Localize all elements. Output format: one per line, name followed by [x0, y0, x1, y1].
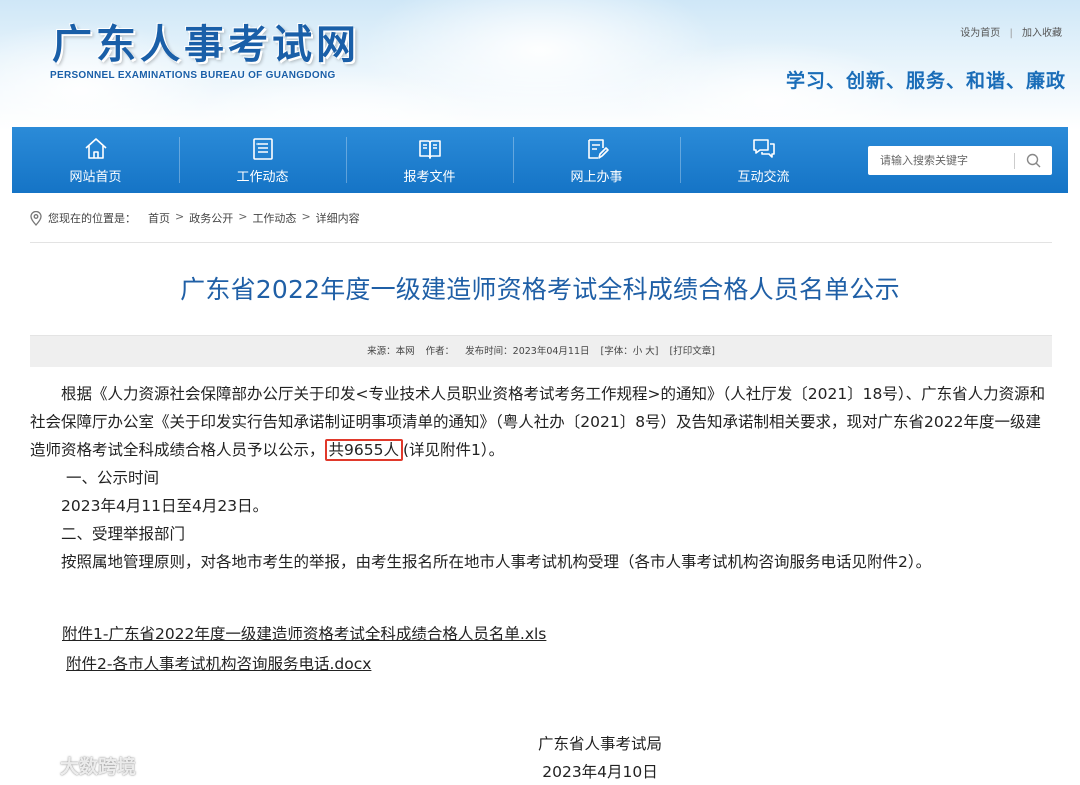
site-header: 广东人事考试网 PERSONNEL EXAMINATIONS BUREAU OF…	[0, 0, 1080, 130]
breadcrumb-label: 您现在的位置是：	[48, 212, 136, 225]
article-title: 广东省2022年度一级建造师资格考试全科成绩合格人员名单公示	[180, 275, 900, 304]
breadcrumb-separator: >	[238, 210, 248, 223]
meta-publish-time: 发布时间：2023年04月11日	[465, 346, 590, 357]
breadcrumb-detail: 详细内容	[315, 212, 360, 225]
meta-author: 作者：	[425, 346, 455, 357]
search-button[interactable]	[1015, 146, 1051, 175]
breadcrumb-home[interactable]: 首页	[148, 210, 170, 226]
set-homepage-link[interactable]: 设为首页	[960, 28, 1000, 39]
site-slogan: 学习、创新、服务、和谐、廉政	[785, 70, 1066, 92]
nav-item-exam-docs[interactable]: 报考文件	[346, 127, 513, 193]
signature-org: 广东省人事考试局	[537, 735, 662, 753]
nav-item-label: 互动交流	[737, 169, 790, 185]
breadcrumb-news[interactable]: 工作动态	[252, 210, 296, 226]
print-article-link[interactable]: [打印文章]	[670, 346, 715, 357]
main-nav: 网站首页 工作动态 报考文件 网上办事 互动交流	[12, 127, 1068, 193]
watermark-text: 大数跨境	[60, 756, 137, 778]
breadcrumb: 您现在的位置是： 首页 > 政务公开 > 工作动态 > 详细内容	[30, 210, 1052, 243]
font-size-toggle[interactable]: [字体：小 大]	[601, 346, 659, 357]
news-icon	[252, 137, 273, 160]
breadcrumb-separator: >	[301, 210, 311, 223]
article-meta: 来源：本网 作者： 发布时间：2023年04月11日 [字体：小 大] [打印文…	[30, 335, 1052, 367]
search-input[interactable]	[868, 146, 1014, 175]
site-logo-title[interactable]: 广东人事考试网	[52, 12, 360, 70]
watermark: 大数跨境	[12, 752, 136, 779]
home-icon	[84, 137, 107, 159]
nav-item-online-service[interactable]: 网上办事	[513, 127, 680, 193]
article-body: 根据《人力资源社会保障部办公厅关于印发<专业技术人员职业资格考试考务工作规程>的…	[30, 380, 1054, 576]
nav-item-interaction[interactable]: 互动交流	[680, 127, 847, 193]
top-links: 设为首页 | 加入收藏	[960, 24, 1062, 39]
location-pin-icon	[30, 211, 42, 226]
watermark-logo-icon	[13, 758, 55, 773]
search-icon	[1026, 153, 1040, 168]
section-heading: 一、公示时间	[66, 469, 160, 487]
signature-date: 2023年4月10日	[542, 763, 658, 781]
breadcrumb-gov-affairs[interactable]: 政务公开	[189, 210, 233, 226]
nav-item-label: 网上办事	[570, 169, 623, 185]
section-heading: 二、受理举报部门	[61, 525, 186, 543]
divider: |	[1009, 28, 1013, 39]
meta-source: 来源：本网	[367, 346, 415, 357]
nav-item-label: 网站首页	[69, 169, 122, 185]
attachment-link-2[interactable]: 附件2-各市人事考试机构咨询服务电话.docx	[66, 652, 371, 674]
nav-item-label: 报考文件	[403, 169, 456, 185]
paragraph-text: (详见附件1）。	[402, 441, 505, 459]
paragraph-text: 根据《人力资源社会保障部办公厅关于印发<专业技术人员职业资格考试考务工作规程>的…	[30, 385, 1046, 459]
book-icon	[418, 139, 441, 159]
site-logo-subtitle: PERSONNEL EXAMINATIONS BUREAU OF GUANGDO…	[50, 70, 336, 81]
chat-icon	[752, 138, 775, 158]
count-highlight: 共9655人	[324, 439, 403, 461]
edit-icon	[587, 138, 609, 159]
nav-item-home[interactable]: 网站首页	[12, 127, 179, 193]
add-favorite-link[interactable]: 加入收藏	[1022, 28, 1062, 39]
section-body: 2023年4月11日至4月23日。	[61, 497, 269, 515]
breadcrumb-separator: >	[175, 210, 185, 223]
nav-item-label: 工作动态	[236, 169, 289, 185]
article-paragraph: 根据《人力资源社会保障部办公厅关于印发<专业技术人员职业资格考试考务工作规程>的…	[30, 380, 1054, 464]
attachment-link-1[interactable]: 附件1-广东省2022年度一级建造师资格考试全科成绩合格人员名单.xls	[62, 622, 546, 644]
search-box	[868, 146, 1052, 175]
section-body: 按照属地管理原则，对各地市考生的举报，由考生报名所在地市人事考试机构受理（各市人…	[61, 553, 932, 571]
nav-item-news[interactable]: 工作动态	[179, 127, 346, 193]
